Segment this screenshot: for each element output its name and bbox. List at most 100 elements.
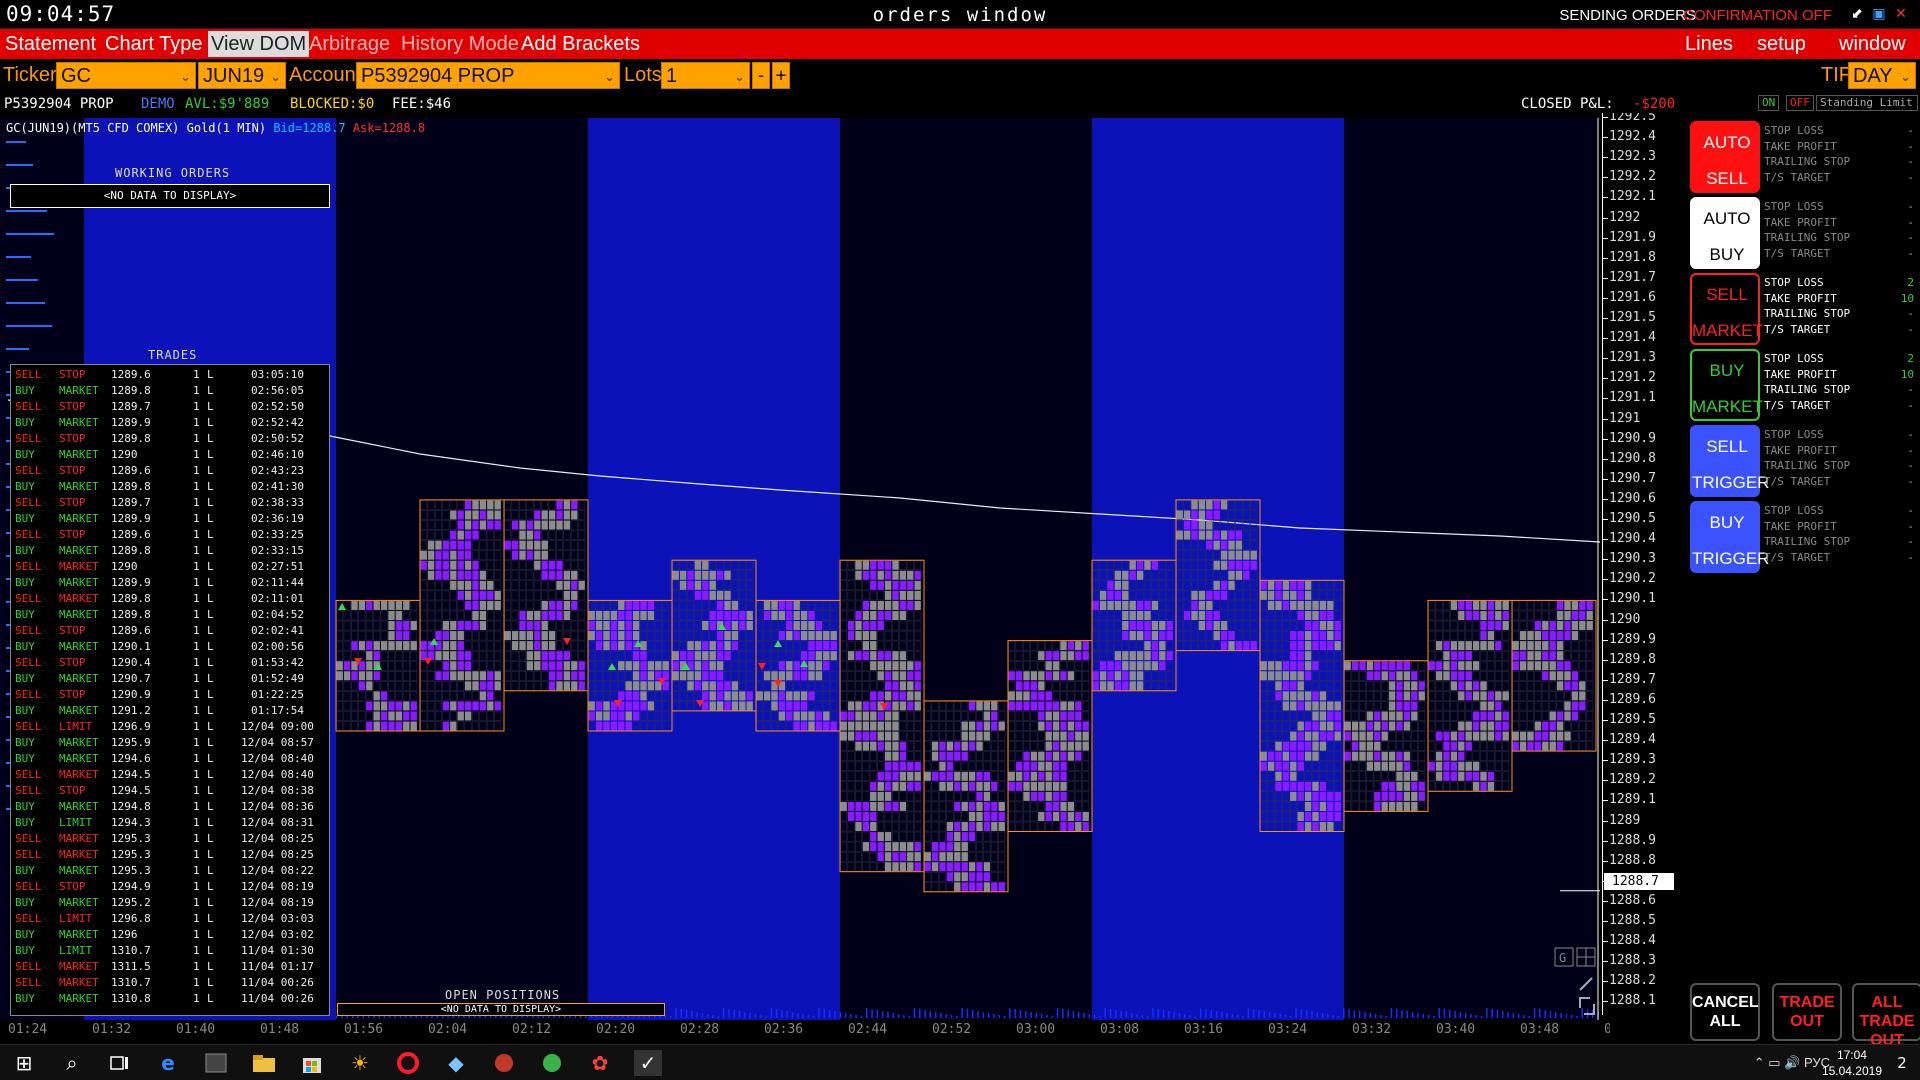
notification-icon[interactable]: 2 bbox=[1888, 1050, 1916, 1076]
off-toggle[interactable]: OFF bbox=[1786, 95, 1814, 111]
table-row[interactable]: SELL STOP 1289.6 1 L 02:33:25 bbox=[11, 527, 329, 543]
tif-select[interactable]: DAY ⌄ bbox=[1848, 62, 1916, 89]
standing-limit-button[interactable]: Standing Limit bbox=[1816, 95, 1918, 111]
table-row[interactable]: SELL STOP 1289.8 1 L 02:50:52 bbox=[11, 431, 329, 447]
windows-start-icon[interactable]: ⊞ bbox=[10, 1050, 38, 1076]
table-row[interactable]: BUY MARKET 1296 1 L 12/04 03:02 bbox=[11, 927, 329, 943]
buy-market-button[interactable]: BUY MARKET bbox=[1690, 349, 1763, 421]
search-icon[interactable]: ⌕ bbox=[58, 1050, 86, 1076]
taskbar-clock[interactable]: 17:04 15.04.2019 bbox=[1822, 1047, 1882, 1079]
confirmation-toggle[interactable]: CONFIRMATION OFF bbox=[1683, 7, 1832, 24]
minimize-icon[interactable]: ⬋ bbox=[1848, 5, 1866, 23]
bracket-option[interactable]: STOP LOSS 2 bbox=[1764, 351, 1914, 367]
edge-browser-icon[interactable]: e bbox=[154, 1050, 182, 1076]
app-icon[interactable] bbox=[202, 1050, 230, 1076]
table-row[interactable]: SELL LIMIT 1296.9 1 L 12/04 09:00 bbox=[11, 719, 329, 735]
table-row[interactable]: SELL MARKET 1290 1 L 02:27:51 bbox=[11, 559, 329, 575]
bracket-option[interactable]: T/S TARGET - bbox=[1764, 322, 1914, 338]
menu-item-setup[interactable]: setup bbox=[1754, 31, 1809, 57]
menu-item-view-dom[interactable]: View DOM bbox=[208, 31, 310, 57]
table-row[interactable]: BUY MARKET 1289.8 1 L 02:41:30 bbox=[11, 479, 329, 495]
auto-sell-button[interactable]: AUTO SELL bbox=[1690, 121, 1760, 193]
bracket-option[interactable]: STOP LOSS - bbox=[1764, 123, 1914, 139]
table-row[interactable]: BUY MARKET 1289.8 1 L 02:33:15 bbox=[11, 543, 329, 559]
opera-browser-icon[interactable] bbox=[394, 1050, 422, 1076]
table-row[interactable]: SELL STOP 1289.7 1 L 02:38:33 bbox=[11, 495, 329, 511]
table-row[interactable]: SELL MARKET 1310.7 1 L 11/04 00:26 bbox=[11, 975, 329, 991]
app-icon[interactable]: ☀ bbox=[346, 1050, 374, 1076]
table-row[interactable]: BUY MARKET 1289.9 1 L 02:11:44 bbox=[11, 575, 329, 591]
lots-select[interactable]: 1 ⌄ bbox=[661, 62, 750, 89]
table-row[interactable]: BUY MARKET 1294.6 1 L 12/04 08:40 bbox=[11, 751, 329, 767]
lots-decrement-button[interactable]: - bbox=[752, 62, 770, 89]
working-orders-table[interactable]: <NO DATA TO DISPLAY> bbox=[10, 184, 330, 208]
table-row[interactable]: BUY LIMIT 1310.7 1 L 11/04 01:30 bbox=[11, 943, 329, 959]
table-row[interactable]: BUY MARKET 1289.9 1 L 02:52:42 bbox=[11, 415, 329, 431]
table-row[interactable]: SELL STOP 1290.9 1 L 01:22:25 bbox=[11, 687, 329, 703]
sell-trigger-button[interactable]: SELL TRIGGER bbox=[1690, 425, 1769, 497]
table-row[interactable]: SELL LIMIT 1296.8 1 L 12/04 03:03 bbox=[11, 911, 329, 927]
bracket-option[interactable]: TAKE PROFIT - bbox=[1764, 519, 1914, 535]
trade-out-button[interactable]: TRADE OUT bbox=[1772, 983, 1842, 1041]
bracket-option[interactable]: TRAILING STOP - bbox=[1764, 306, 1914, 322]
bracket-option[interactable]: T/S TARGET - bbox=[1764, 550, 1914, 566]
bracket-option[interactable]: TRAILING STOP - bbox=[1764, 154, 1914, 170]
bracket-option[interactable]: TAKE PROFIT - bbox=[1764, 443, 1914, 459]
table-row[interactable]: SELL MARKET 1294.5 1 L 12/04 08:40 bbox=[11, 767, 329, 783]
bracket-option[interactable]: TRAILING STOP - bbox=[1764, 382, 1914, 398]
table-row[interactable]: BUY MARKET 1295.9 1 L 12/04 08:57 bbox=[11, 735, 329, 751]
table-row[interactable]: BUY MARKET 1290 1 L 02:46:10 bbox=[11, 447, 329, 463]
table-row[interactable]: BUY MARKET 1291.2 1 L 01:17:54 bbox=[11, 703, 329, 719]
table-row[interactable]: SELL MARKET 1289.8 1 L 02:11:01 bbox=[11, 591, 329, 607]
bracket-option[interactable]: T/S TARGET - bbox=[1764, 170, 1914, 186]
all-trade-out-button[interactable]: ALL TRADE OUT bbox=[1852, 983, 1920, 1049]
table-row[interactable]: BUY MARKET 1295.3 1 L 12/04 08:22 bbox=[11, 863, 329, 879]
bracket-option[interactable]: TAKE PROFIT 10 bbox=[1764, 291, 1914, 307]
bracket-option[interactable]: T/S TARGET - bbox=[1764, 398, 1914, 414]
app-icon[interactable]: ◆ bbox=[442, 1050, 470, 1076]
bracket-option[interactable]: STOP LOSS 2 bbox=[1764, 275, 1914, 291]
table-row[interactable]: SELL MARKET 1295.3 1 L 12/04 08:25 bbox=[11, 831, 329, 847]
auto-buy-button[interactable]: AUTO BUY bbox=[1690, 197, 1760, 269]
bracket-option[interactable]: TAKE PROFIT 10 bbox=[1764, 367, 1914, 383]
table-row[interactable]: BUY MARKET 1290.1 1 L 02:00:56 bbox=[11, 639, 329, 655]
bracket-option[interactable]: STOP LOSS - bbox=[1764, 503, 1914, 519]
open-positions-table[interactable]: <NO DATA TO DISPLAY> bbox=[337, 1003, 665, 1016]
account-select[interactable]: P5392904 PROP ⌄ bbox=[356, 62, 620, 89]
bracket-option[interactable]: TRAILING STOP - bbox=[1764, 230, 1914, 246]
table-row[interactable]: SELL STOP 1294.9 1 L 12/04 08:19 bbox=[11, 879, 329, 895]
trading-app-icon[interactable]: ✓ bbox=[634, 1050, 662, 1076]
close-icon[interactable]: ✕ bbox=[1892, 5, 1910, 23]
table-row[interactable]: SELL STOP 1289.7 1 L 02:52:50 bbox=[11, 399, 329, 415]
time-axis[interactable]: 01:24 01:32 01:40 01:48 01:56 02:04 02:12 02:20… bbox=[0, 1020, 1610, 1044]
table-row[interactable]: BUY MARKET 1290.7 1 L 01:52:49 bbox=[11, 671, 329, 687]
bracket-option[interactable]: TAKE PROFIT - bbox=[1764, 215, 1914, 231]
bracket-option[interactable]: STOP LOSS - bbox=[1764, 199, 1914, 215]
table-row[interactable]: BUY MARKET 1289.8 1 L 02:04:52 bbox=[11, 607, 329, 623]
table-row[interactable]: SELL STOP 1289.6 1 L 03:05:10 bbox=[11, 367, 329, 383]
on-toggle[interactable]: ON bbox=[1758, 95, 1780, 111]
menu-item-history-mode[interactable]: History Mode bbox=[398, 31, 522, 57]
table-row[interactable]: BUY LIMIT 1294.3 1 L 12/04 08:31 bbox=[11, 815, 329, 831]
menu-item-add-brackets[interactable]: Add Brackets bbox=[518, 31, 643, 57]
table-row[interactable]: SELL STOP 1289.6 1 L 02:43:23 bbox=[11, 463, 329, 479]
table-row[interactable]: BUY MARKET 1294.8 1 L 12/04 08:36 bbox=[11, 799, 329, 815]
menu-item-lines[interactable]: Lines bbox=[1682, 31, 1736, 57]
table-row[interactable]: BUY MARKET 1295.2 1 L 12/04 08:19 bbox=[11, 895, 329, 911]
lots-increment-button[interactable]: + bbox=[772, 62, 790, 89]
sell-market-button[interactable]: SELL MARKET bbox=[1690, 273, 1763, 345]
table-row[interactable]: SELL MARKET 1295.3 1 L 12/04 08:25 bbox=[11, 847, 329, 863]
table-row[interactable]: SELL STOP 1290.4 1 L 01:53:42 bbox=[11, 655, 329, 671]
bracket-option[interactable]: T/S TARGET - bbox=[1764, 474, 1914, 490]
menu-item-window[interactable]: window bbox=[1836, 31, 1909, 57]
globe-icon[interactable] bbox=[538, 1050, 566, 1076]
maximize-icon[interactable]: ▣ bbox=[1870, 5, 1888, 23]
table-row[interactable]: BUY MARKET 1310.8 1 L 11/04 00:26 bbox=[11, 991, 329, 1007]
table-row[interactable]: SELL STOP 1289.6 1 L 02:02:41 bbox=[11, 623, 329, 639]
cancel-all-button[interactable]: CANCEL ALL bbox=[1690, 983, 1760, 1041]
app-icon[interactable] bbox=[490, 1050, 518, 1076]
table-row[interactable]: BUY MARKET 1289.9 1 L 02:36:19 bbox=[11, 511, 329, 527]
app-icon[interactable]: ✿ bbox=[586, 1050, 614, 1076]
bracket-option[interactable]: STOP LOSS - bbox=[1764, 427, 1914, 443]
buy-trigger-button[interactable]: BUY TRIGGER bbox=[1690, 501, 1769, 573]
